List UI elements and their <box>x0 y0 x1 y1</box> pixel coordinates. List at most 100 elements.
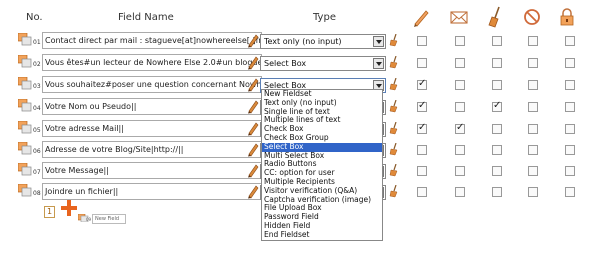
row-option-checkbox[interactable] <box>565 102 575 112</box>
row-option-checkbox[interactable] <box>492 166 502 176</box>
row-option-checkbox[interactable] <box>417 122 427 134</box>
edit-pencil-icon[interactable] <box>246 183 260 199</box>
row-option-checkbox[interactable] <box>455 102 465 112</box>
row-option-checkbox[interactable] <box>528 58 538 68</box>
row-drag-handle-icon[interactable] <box>18 163 32 176</box>
field-name-input[interactable]: Adresse de votre Blog/Site|http://|| <box>42 141 262 158</box>
edit-pencil-icon[interactable] <box>246 32 260 48</box>
row-option-checkbox[interactable] <box>492 100 502 112</box>
row-option-checkbox[interactable] <box>528 102 538 112</box>
row-number: 06 <box>33 148 41 155</box>
row-option-checkbox[interactable] <box>417 166 427 176</box>
dropdown-option[interactable]: End Fieldset <box>262 230 382 240</box>
pencil-icon <box>414 10 429 27</box>
header-type: Type <box>313 12 336 23</box>
row-option-checkbox[interactable] <box>528 187 538 197</box>
row-option-checkbox[interactable] <box>417 36 427 46</box>
row-number: 05 <box>33 127 41 134</box>
field-type-select[interactable]: Select Box <box>260 56 386 71</box>
row-number: 08 <box>33 190 41 197</box>
row-option-checkbox[interactable] <box>528 36 538 46</box>
field-name-input[interactable]: Vous êtes#un lecteur de Nowhere Else 2.0… <box>42 54 262 71</box>
row-broom-icon[interactable] <box>389 56 400 69</box>
field-type-select[interactable]: Text only (no input) <box>260 34 386 49</box>
row-option-checkbox[interactable] <box>417 78 427 90</box>
header-field-name: Field Name <box>118 12 174 23</box>
row-option-checkbox[interactable] <box>455 187 465 197</box>
add-count-field[interactable]: 1 <box>44 206 55 218</box>
field-name-input[interactable]: Votre Nom ou Pseudo|| <box>42 98 262 115</box>
row-number: 04 <box>33 105 41 112</box>
row-number: 03 <box>33 83 41 90</box>
row-broom-icon[interactable] <box>389 78 400 91</box>
field-name-input[interactable]: Votre Message|| <box>42 162 262 179</box>
row-option-checkbox[interactable] <box>565 36 575 46</box>
chevron-down-icon[interactable] <box>373 36 384 47</box>
row-number: 01 <box>33 39 41 46</box>
row-option-checkbox[interactable] <box>492 36 502 46</box>
row-option-checkbox[interactable] <box>417 100 427 112</box>
row-option-checkbox[interactable] <box>528 145 538 155</box>
row-number: 02 <box>33 61 41 68</box>
edit-pencil-icon[interactable] <box>246 76 260 92</box>
row-option-checkbox[interactable] <box>455 80 465 90</box>
new-field-input[interactable]: New Field <box>92 214 126 224</box>
row-option-checkbox[interactable] <box>417 145 427 155</box>
row-option-checkbox[interactable] <box>528 124 538 134</box>
add-field-plus-icon[interactable] <box>61 200 77 216</box>
row-drag-handle-icon[interactable] <box>18 33 32 46</box>
row-broom-icon[interactable] <box>389 143 400 156</box>
row-option-checkbox[interactable] <box>565 166 575 176</box>
field-name-input[interactable]: Votre adresse Mail|| <box>42 120 262 137</box>
row-option-checkbox[interactable] <box>455 36 465 46</box>
field-type-value: Select Box <box>264 59 307 68</box>
row-option-checkbox[interactable] <box>455 145 465 155</box>
edit-pencil-icon[interactable] <box>246 54 260 70</box>
row-option-checkbox[interactable] <box>492 145 502 155</box>
row-drag-handle-icon[interactable] <box>18 55 32 68</box>
row-option-checkbox[interactable] <box>565 124 575 134</box>
row-option-checkbox[interactable] <box>417 58 427 68</box>
no-entry-icon <box>524 9 540 25</box>
row-option-checkbox[interactable] <box>455 122 465 134</box>
broom-icon <box>488 6 500 28</box>
row-broom-icon[interactable] <box>389 122 400 135</box>
field-row: 01 Contact direct par mail : stagueve[at… <box>18 30 598 50</box>
edit-pencil-icon[interactable] <box>246 98 260 114</box>
field-name-input[interactable]: Joindre un fichier|| <box>42 183 262 200</box>
chevron-down-icon[interactable] <box>373 58 384 69</box>
row-option-checkbox[interactable] <box>492 80 502 90</box>
row-option-checkbox[interactable] <box>565 187 575 197</box>
row-drag-handle-icon[interactable] <box>18 142 32 155</box>
row-option-checkbox[interactable] <box>455 58 465 68</box>
row-option-checkbox[interactable] <box>528 80 538 90</box>
row-broom-icon[interactable] <box>389 34 400 47</box>
row-broom-icon[interactable] <box>389 185 400 198</box>
row-option-checkbox[interactable] <box>417 187 427 197</box>
field-name-input[interactable]: Vous souhaitez#poser une question concer… <box>42 76 262 93</box>
row-option-checkbox[interactable] <box>492 58 502 68</box>
edit-pencil-icon[interactable] <box>246 162 260 178</box>
row-broom-icon[interactable] <box>389 100 400 113</box>
row-option-checkbox[interactable] <box>565 80 575 90</box>
header-no: No. <box>26 12 43 23</box>
field-type-value: Text only (no input) <box>264 37 342 46</box>
row-drag-handle-icon[interactable] <box>18 99 32 112</box>
row-option-checkbox[interactable] <box>565 58 575 68</box>
field-name-input[interactable]: Contact direct par mail : stagueve[at]no… <box>42 32 262 49</box>
row-drag-handle-icon[interactable] <box>18 121 32 134</box>
row-drag-handle-icon[interactable] <box>18 77 32 90</box>
row-option-checkbox[interactable] <box>492 187 502 197</box>
row-option-checkbox[interactable] <box>455 166 465 176</box>
row-option-checkbox[interactable] <box>492 124 502 134</box>
type-dropdown-list[interactable]: New Fieldset Text only (no input) Single l… <box>261 89 383 241</box>
row-number: 07 <box>33 169 41 176</box>
row-option-checkbox[interactable] <box>565 145 575 155</box>
row-option-checkbox[interactable] <box>528 166 538 176</box>
row-drag-handle-icon[interactable] <box>18 184 32 197</box>
field-row: 02 Vous êtes#un lecteur de Nowhere Else … <box>18 52 598 72</box>
edit-pencil-icon[interactable] <box>246 141 260 157</box>
edit-pencil-icon[interactable] <box>246 120 260 136</box>
row-broom-icon[interactable] <box>389 164 400 177</box>
envelope-icon <box>450 11 468 24</box>
